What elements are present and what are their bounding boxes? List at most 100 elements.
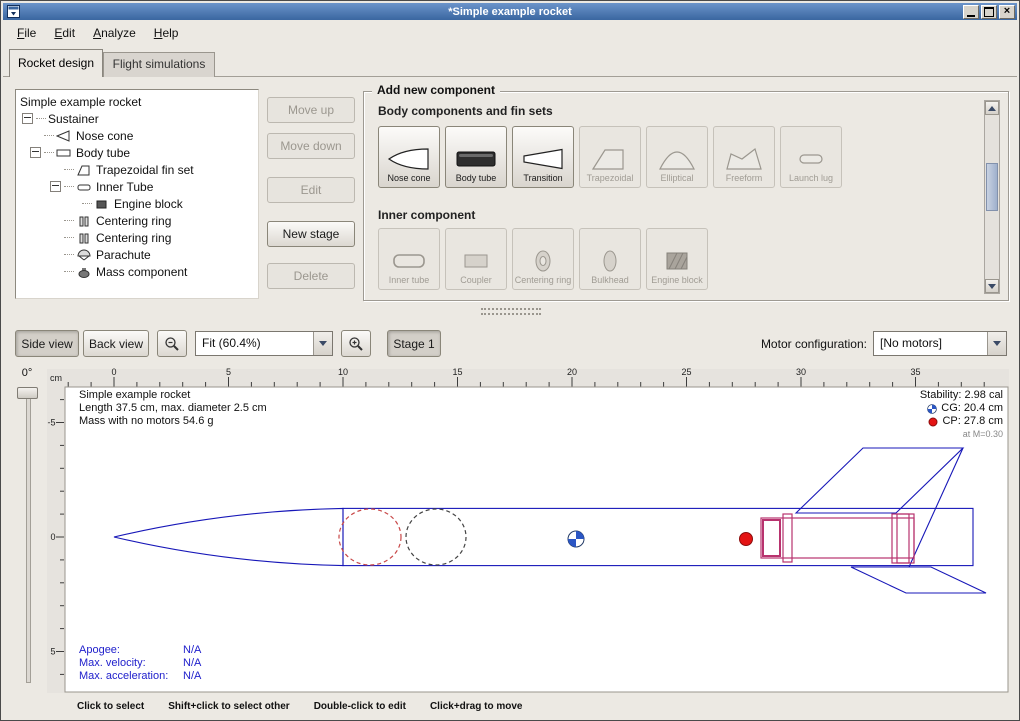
drawing-area[interactable]: [65, 387, 1008, 692]
back-view-button[interactable]: Back view: [83, 330, 149, 357]
transition-icon: [521, 145, 565, 173]
centering-ring-icon: [76, 215, 92, 227]
body-tube-icon: [454, 145, 498, 173]
cp-marker: [740, 533, 753, 546]
motor-configuration-select[interactable]: [No motors]: [873, 331, 1007, 356]
tab-bar: Rocket design Flight simulations: [3, 46, 1017, 77]
tree-collapse-icon[interactable]: [22, 113, 33, 124]
trapezoidal-fin-icon: [588, 145, 632, 173]
add-elliptical-fin-button: Elliptical: [646, 126, 708, 188]
zoom-in-icon: [348, 336, 364, 352]
tree-collapse-icon[interactable]: [30, 147, 41, 158]
tree-item-parachute[interactable]: Parachute: [16, 246, 258, 263]
app-icon[interactable]: [7, 5, 20, 18]
svg-text:30: 30: [796, 367, 806, 377]
ruler-unit-label: cm: [50, 373, 62, 383]
svg-text:35: 35: [910, 367, 920, 377]
component-panel-scrollbar[interactable]: [984, 100, 1000, 294]
stage-1-button[interactable]: Stage 1: [387, 330, 441, 357]
menu-edit[interactable]: Edit: [46, 23, 83, 43]
scroll-up-button[interactable]: [985, 101, 999, 115]
menu-analyze[interactable]: Analyze: [85, 23, 144, 43]
add-engine-block-button: Engine block: [646, 228, 708, 290]
add-transition-button[interactable]: Transition: [512, 126, 574, 188]
move-down-button: Move down: [267, 133, 355, 159]
splitter-handle[interactable]: [481, 308, 541, 315]
tree-item-mass-component[interactable]: Mass component: [16, 263, 258, 280]
panel-title: Add new component: [372, 83, 500, 97]
arrow-down-icon: [988, 284, 996, 289]
zoom-out-icon: [164, 336, 180, 352]
motor-configuration-label: Motor configuration:: [741, 337, 867, 351]
tab-rocket-design[interactable]: Rocket design: [9, 49, 103, 77]
component-tree: Simple example rocket Sustainer Nose con…: [15, 89, 259, 299]
tree-collapse-icon[interactable]: [50, 181, 61, 192]
status-bar: Click to select Shift+click to select ot…: [3, 695, 1017, 718]
svg-text:0: 0: [50, 532, 55, 542]
cp-value: CP: 27.8 cm: [942, 415, 1003, 428]
rocket-view: 0° cm 05101520253035-505: [7, 363, 1009, 693]
tree-item-centering-ring[interactable]: Centering ring: [16, 229, 258, 246]
horizontal-ruler: [65, 369, 1009, 387]
window-title: *Simple example rocket: [3, 6, 1017, 18]
rotation-slider-track[interactable]: [26, 391, 31, 683]
simulation-summary: Apogee:N/A Max. velocity:N/A Max. accele…: [79, 644, 201, 683]
tree-item-nose-cone[interactable]: Nose cone: [16, 127, 258, 144]
delete-button: Delete: [267, 263, 355, 289]
menu-help[interactable]: Help: [146, 23, 187, 43]
tree-item-sustainer[interactable]: Sustainer: [16, 110, 258, 127]
elliptical-fin-icon: [655, 145, 699, 173]
add-launch-lug-button: Launch lug: [780, 126, 842, 188]
application-window: *Simple example rocket File Edit Analyze…: [0, 0, 1020, 721]
apogee-value: N/A: [183, 644, 201, 656]
chevron-down-icon: [313, 332, 332, 355]
zoom-level-select[interactable]: Fit (60.4%): [195, 331, 333, 356]
cg-value: CG: 20.4 cm: [941, 402, 1003, 415]
svg-text:0: 0: [111, 367, 116, 377]
side-view-button[interactable]: Side view: [15, 330, 79, 357]
scrollbar-thumb[interactable]: [986, 163, 998, 211]
edit-button: Edit: [267, 177, 355, 203]
rotation-slider-handle[interactable]: [17, 387, 38, 399]
tree-item-body-tube[interactable]: Body tube: [16, 144, 258, 161]
add-trapezoidal-fin-button: Trapezoidal: [579, 126, 641, 188]
close-button[interactable]: [999, 5, 1015, 19]
maximize-button[interactable]: [981, 5, 997, 19]
svg-text:15: 15: [452, 367, 462, 377]
add-nose-cone-button[interactable]: Nose cone: [378, 126, 440, 188]
svg-text:-5: -5: [47, 418, 55, 428]
new-stage-button[interactable]: New stage: [267, 221, 355, 247]
parachute-icon: [76, 249, 92, 261]
inner-component-label: Inner component: [378, 208, 475, 222]
tab-flight-simulations[interactable]: Flight simulations: [103, 52, 215, 77]
svg-text:20: 20: [567, 367, 577, 377]
tree-item-inner-tube[interactable]: Inner Tube: [16, 178, 258, 195]
tree-item-rocket[interactable]: Simple example rocket: [16, 93, 258, 110]
stability-value: Stability: 2.98 cal: [920, 389, 1003, 402]
move-up-button: Move up: [267, 97, 355, 123]
tree-item-engine-block[interactable]: Engine block: [16, 195, 258, 212]
inner-tube-icon: [76, 181, 92, 193]
add-component-panel: Add new component Body components and fi…: [363, 91, 1009, 301]
minimize-button[interactable]: [963, 5, 979, 19]
mass-component-icon: [76, 266, 92, 278]
tree-item-centering-ring[interactable]: Centering ring: [16, 212, 258, 229]
chevron-down-icon: [987, 332, 1006, 355]
add-body-tube-button[interactable]: Body tube: [445, 126, 507, 188]
tree-item-fin-set[interactable]: Trapezoidal fin set: [16, 161, 258, 178]
scroll-down-button[interactable]: [985, 279, 999, 293]
menu-file[interactable]: File: [9, 23, 44, 43]
rocket-info: Simple example rocket Length 37.5 cm, ma…: [79, 389, 267, 428]
mach-note: at M=0.30: [920, 428, 1003, 441]
zoom-out-button[interactable]: [157, 330, 187, 357]
zoom-in-button[interactable]: [341, 330, 371, 357]
svg-text:25: 25: [681, 367, 691, 377]
inner-component-buttons: Inner tube Coupler Centering ring Bulkhe…: [378, 228, 708, 290]
centering-ring-icon: [521, 247, 565, 275]
svg-text:5: 5: [50, 647, 55, 657]
freeform-fin-icon: [722, 145, 766, 173]
inner-tube-icon: [387, 247, 431, 275]
cg-marker: [568, 531, 584, 547]
cp-legend-icon: [928, 417, 938, 427]
add-bulkhead-button: Bulkhead: [579, 228, 641, 290]
